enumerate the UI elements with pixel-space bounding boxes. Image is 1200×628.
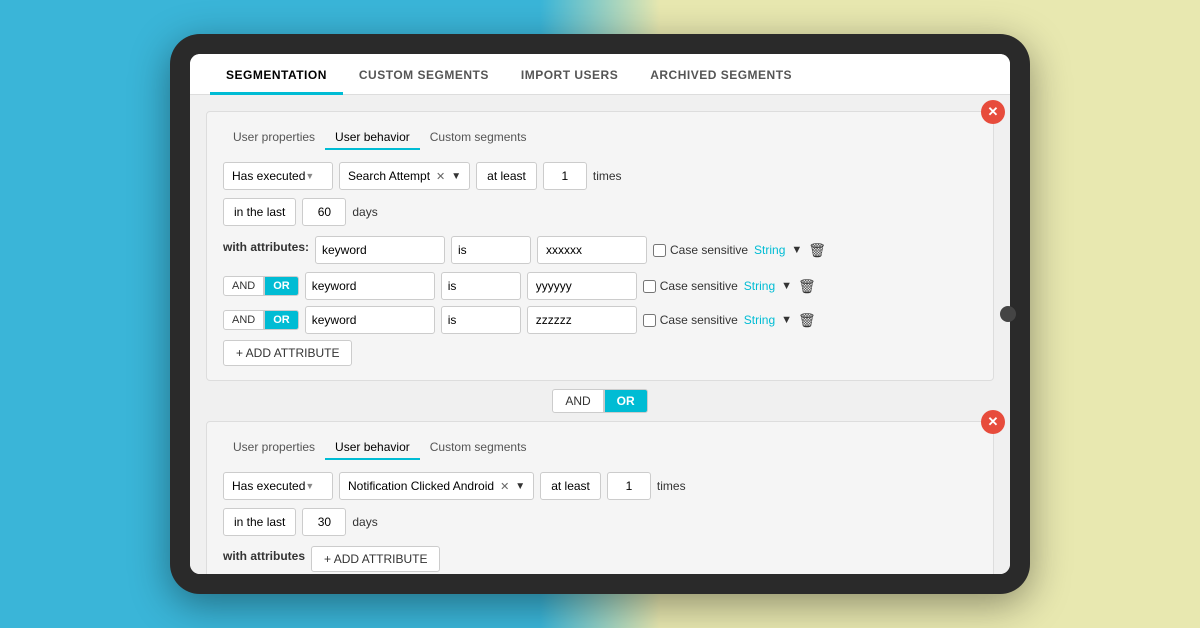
tablet: SEGMENTATION CUSTOM SEGMENTS IMPORT USER… (170, 34, 1030, 594)
content-area: ✕ User properties User behavior Custom s… (190, 95, 1010, 574)
and-or-group-1c: AND OR (223, 310, 299, 330)
case-sensitive-1b: Case sensitive (643, 279, 738, 293)
segment-block-1: ✕ User properties User behavior Custom s… (206, 111, 994, 381)
sub-tab-user-behavior-2[interactable]: User behavior (325, 436, 420, 460)
keyword-select-1a[interactable]: keyword (315, 236, 445, 264)
tab-segmentation[interactable]: SEGMENTATION (210, 54, 343, 95)
event-remove-2[interactable]: ✕ (500, 480, 509, 493)
sub-tabs-block1: User properties User behavior Custom seg… (223, 126, 977, 150)
has-executed-label-1: Has executed (232, 169, 305, 183)
is-select-1b[interactable]: is (441, 272, 521, 300)
at-least-box-1[interactable]: at least (476, 162, 537, 190)
with-attributes-label-2: with attributes (223, 549, 305, 563)
event-tag-2: Notification Clicked Android ✕ ▼ (339, 472, 534, 500)
in-last-text-1: in the last (234, 205, 285, 219)
in-last-row-1: in the last days (223, 198, 977, 226)
is-select-1a[interactable]: is (451, 236, 531, 264)
with-attrs-header: with attributes: keyword is Case sensiti… (223, 236, 977, 264)
in-last-row-2: in the last days (223, 508, 977, 536)
case-sensitive-text-1a: Case sensitive (670, 243, 748, 257)
sub-tab-user-behavior-1[interactable]: User behavior (325, 126, 420, 150)
attr-row-1c: AND OR keyword is Case sensitive String (223, 306, 977, 334)
keyword-select-1b[interactable]: keyword (305, 272, 435, 300)
case-sensitive-text-1c: Case sensitive (660, 313, 738, 327)
event-remove-1[interactable]: ✕ (436, 170, 445, 183)
and-or-group-1b: AND OR (223, 276, 299, 296)
times-input-1[interactable] (543, 162, 587, 190)
days-label-2: days (352, 515, 377, 529)
times-input-2[interactable] (607, 472, 651, 500)
at-least-label-2: at least (551, 479, 590, 493)
sub-tab-user-properties-1[interactable]: User properties (223, 126, 325, 150)
at-least-box-2[interactable]: at least (540, 472, 601, 500)
segment-block-2: ✕ User properties User behavior Custom s… (206, 421, 994, 574)
with-attrs-row-2: with attributes + ADD ATTRIBUTE (223, 546, 977, 572)
tab-archived-segments[interactable]: ARCHIVED SEGMENTS (634, 54, 808, 95)
case-checkbox-1a[interactable] (653, 244, 666, 257)
is-select-1c[interactable]: is (441, 306, 521, 334)
string-label-1a[interactable]: String (754, 243, 785, 257)
event-arrow-2[interactable]: ▼ (515, 481, 525, 492)
string-label-1c[interactable]: String (744, 313, 775, 327)
sub-tab-custom-segments-1[interactable]: Custom segments (420, 126, 537, 150)
event-arrow-1[interactable]: ▼ (451, 171, 461, 182)
event-name-2: Notification Clicked Android (348, 479, 494, 493)
screen: SEGMENTATION CUSTOM SEGMENTS IMPORT USER… (190, 54, 1010, 574)
value-input-1c[interactable] (527, 306, 637, 334)
delete-attr-1b[interactable]: 🗑 (798, 278, 816, 295)
has-executed-label-2: Has executed (232, 479, 305, 493)
string-label-1b[interactable]: String (744, 279, 775, 293)
close-block-2-button[interactable]: ✕ (981, 410, 1005, 434)
attr-row-1b: AND OR keyword is Case sensitive String (223, 272, 977, 300)
case-sensitive-1a: Case sensitive (653, 243, 748, 257)
type-arrow-1c[interactable]: ▼ (781, 314, 792, 326)
case-sensitive-text-1b: Case sensitive (660, 279, 738, 293)
event-row-2: Has executed Notification Clicked Androi… (223, 472, 977, 500)
in-last-box-1: in the last (223, 198, 296, 226)
with-attributes-label-1: with attributes: (223, 240, 309, 254)
days-input-2[interactable] (302, 508, 346, 536)
in-last-box-2: in the last (223, 508, 296, 536)
or-btn-1c[interactable]: OR (264, 310, 299, 330)
days-input-1[interactable] (302, 198, 346, 226)
has-executed-select-2[interactable]: Has executed (223, 472, 333, 500)
sub-tab-custom-segments-2[interactable]: Custom segments (420, 436, 537, 460)
case-checkbox-1c[interactable] (643, 314, 656, 327)
times-label-2: times (657, 479, 686, 493)
tabs-bar: SEGMENTATION CUSTOM SEGMENTS IMPORT USER… (190, 54, 1010, 95)
or-btn-1b[interactable]: OR (264, 276, 299, 296)
add-attribute-btn-2[interactable]: + ADD ATTRIBUTE (311, 546, 440, 572)
delete-attr-1a[interactable]: 🗑 (808, 242, 826, 259)
tab-custom-segments[interactable]: CUSTOM SEGMENTS (343, 54, 505, 95)
connector-or-btn[interactable]: OR (604, 389, 648, 413)
value-input-1a[interactable] (537, 236, 647, 264)
keyword-select-1c[interactable]: keyword (305, 306, 435, 334)
in-last-text-2: in the last (234, 515, 285, 529)
and-btn-1c[interactable]: AND (223, 310, 264, 330)
event-row-1: Has executed Search Attempt ✕ ▼ at least… (223, 162, 977, 190)
sub-tab-user-properties-2[interactable]: User properties (223, 436, 325, 460)
connector-and-btn[interactable]: AND (552, 389, 603, 413)
times-label-1: times (593, 169, 622, 183)
has-executed-select-1[interactable]: Has executed (223, 162, 333, 190)
tab-import-users[interactable]: IMPORT USERS (505, 54, 634, 95)
type-arrow-1b[interactable]: ▼ (781, 280, 792, 292)
value-input-1b[interactable] (527, 272, 637, 300)
days-label-1: days (352, 205, 377, 219)
at-least-label-1: at least (487, 169, 526, 183)
type-arrow-1a[interactable]: ▼ (791, 244, 802, 256)
event-tag-1: Search Attempt ✕ ▼ (339, 162, 470, 190)
sub-tabs-block2: User properties User behavior Custom seg… (223, 436, 977, 460)
case-checkbox-1b[interactable] (643, 280, 656, 293)
delete-attr-1c[interactable]: 🗑 (798, 312, 816, 329)
and-btn-1b[interactable]: AND (223, 276, 264, 296)
add-attribute-btn-1[interactable]: + ADD ATTRIBUTE (223, 340, 352, 366)
close-block-1-button[interactable]: ✕ (981, 100, 1005, 124)
event-name-1: Search Attempt (348, 169, 430, 183)
case-sensitive-1c: Case sensitive (643, 313, 738, 327)
connector-row: AND OR (206, 389, 994, 413)
